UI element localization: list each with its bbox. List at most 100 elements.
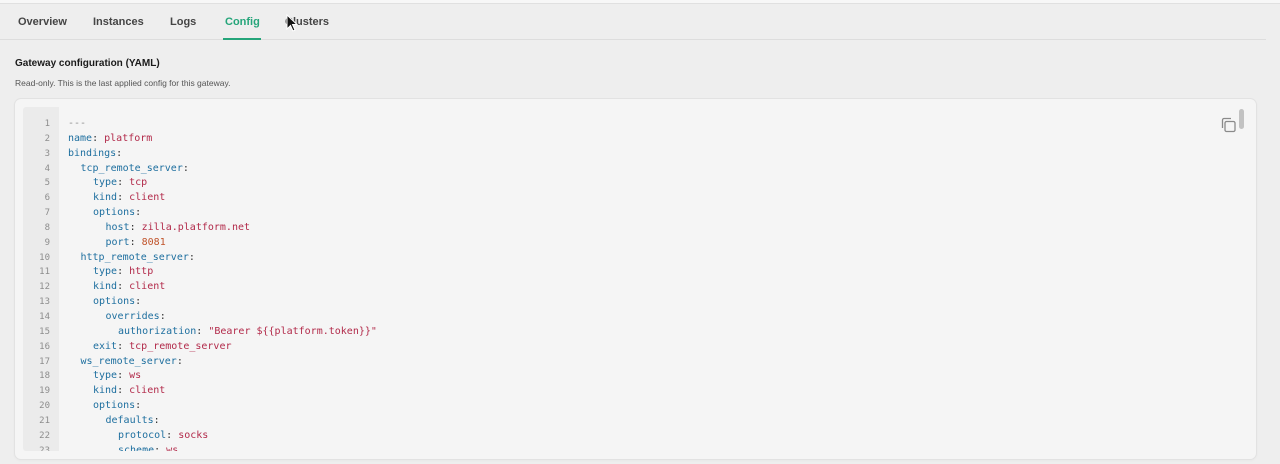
- yaml-colon: :: [176, 355, 183, 367]
- yaml-colon: :: [196, 325, 209, 337]
- line-number: 20: [39, 401, 50, 412]
- yaml-value: tcp: [129, 177, 148, 189]
- line-number: 5: [44, 178, 50, 189]
- code-text: host: zilla.platform.net: [106, 221, 251, 236]
- yaml-colon: :: [117, 266, 130, 278]
- yaml-colon: :: [182, 162, 189, 174]
- line-number: 9: [44, 237, 50, 248]
- yaml-key: kind: [93, 281, 118, 293]
- code-text: options:: [93, 399, 141, 414]
- line-number: 1: [44, 119, 50, 129]
- code-text: port: 8081: [106, 236, 166, 251]
- yaml-colon: :: [135, 296, 142, 308]
- tab-instances[interactable]: Instances: [93, 16, 144, 28]
- yaml-value: client: [129, 385, 166, 397]
- code-text: defaults:: [106, 414, 160, 429]
- line-number: 14: [39, 311, 50, 322]
- yaml-colon: :: [129, 236, 142, 248]
- yaml-colon: :: [117, 385, 130, 397]
- yaml-key: authorization: [118, 325, 197, 337]
- yaml-value: platform: [104, 132, 153, 144]
- active-tab-indicator: [223, 38, 261, 40]
- yaml-value: client: [129, 192, 166, 204]
- yaml-colon: :: [117, 192, 130, 204]
- section-title: Gateway configuration (YAML): [15, 58, 160, 69]
- line-number: 23: [39, 445, 50, 451]
- yaml-key: type: [93, 177, 118, 189]
- yaml-key: kind: [93, 385, 118, 397]
- yaml-viewer: 1 --- 2 name: platform 3 bindings: 4 tcp_remote…: [15, 99, 1256, 459]
- yaml-value: http: [129, 266, 154, 278]
- code-text: kind: client: [93, 191, 165, 206]
- yaml-key: type: [93, 266, 118, 278]
- line-number: 22: [39, 430, 50, 441]
- line-number: 10: [39, 252, 50, 263]
- yaml-key: type: [93, 370, 118, 382]
- line-number: 2: [44, 133, 50, 144]
- tab-overview[interactable]: Overview: [18, 16, 67, 28]
- code-area[interactable]: 1 --- 2 name: platform 3 bindings: 4 tcp_remote…: [23, 107, 1249, 451]
- yaml-colon: :: [188, 251, 195, 263]
- copy-icon[interactable]: [1219, 115, 1239, 135]
- vertical-scrollbar[interactable]: [1237, 107, 1247, 451]
- line-number: 3: [44, 148, 50, 159]
- code-text: type: tcp: [93, 176, 147, 191]
- line-number: 12: [39, 282, 50, 293]
- yaml-colon: :: [135, 207, 142, 219]
- yaml-key: http_remote_server: [80, 251, 189, 263]
- line-number: 19: [39, 386, 50, 397]
- yaml-key: bindings: [68, 147, 117, 159]
- line-number: 11: [39, 267, 50, 278]
- code-text: overrides:: [106, 310, 166, 325]
- yaml-colon: :: [159, 310, 166, 322]
- yaml-key: tcp_remote_server: [80, 162, 183, 174]
- yaml-key: port: [105, 236, 130, 248]
- code-text: ---: [68, 117, 86, 132]
- line-number: 21: [39, 415, 50, 426]
- line-number: 8: [44, 222, 50, 233]
- code-text: http_remote_server:: [81, 251, 195, 266]
- scrollbar-thumb[interactable]: [1239, 109, 1244, 129]
- yaml-value: ws: [129, 370, 142, 382]
- tab-bar: Overview Instances Logs Config Clusters: [0, 3, 1266, 40]
- code-text: tcp_remote_server:: [81, 162, 189, 177]
- code-text: options:: [93, 295, 141, 310]
- yaml-colon: :: [92, 132, 105, 144]
- yaml-key: options: [93, 400, 136, 412]
- line-number: 7: [44, 208, 50, 219]
- yaml-value: "Bearer ${{platform.token}}": [208, 325, 377, 337]
- yaml-value: ws: [166, 444, 179, 451]
- line-number: 13: [39, 297, 50, 308]
- tab-config[interactable]: Config: [225, 16, 260, 28]
- line-number: 6: [44, 193, 50, 204]
- yaml-colon: :: [166, 429, 179, 441]
- mouse-cursor-icon: [286, 14, 298, 32]
- line-number: 4: [44, 163, 50, 174]
- code-text: authorization: "Bearer ${{platform.token…: [118, 325, 377, 340]
- yaml-key: exit: [93, 340, 118, 352]
- yaml-colon: :: [153, 414, 160, 426]
- yaml-colon: :: [129, 221, 142, 233]
- yaml-colon: :: [135, 400, 142, 412]
- yaml-colon: :: [116, 147, 123, 159]
- yaml-key: name: [68, 132, 93, 144]
- yaml-key: scheme: [118, 444, 155, 451]
- line-number: 15: [39, 326, 50, 337]
- code-text: options:: [93, 206, 141, 221]
- yaml-colon: :: [117, 177, 130, 189]
- yaml-key: protocol: [118, 429, 167, 441]
- code-text: exit: tcp_remote_server: [93, 340, 232, 355]
- tab-logs[interactable]: Logs: [170, 16, 196, 28]
- line-number: 18: [39, 371, 50, 382]
- code-text: type: ws: [93, 369, 141, 384]
- yaml-key: overrides: [105, 310, 160, 322]
- yaml-key: kind: [93, 192, 118, 204]
- line-number: 17: [39, 356, 50, 367]
- line-number: 16: [39, 341, 50, 352]
- yaml-key: options: [93, 296, 136, 308]
- yaml-value: socks: [178, 429, 209, 441]
- code-text: kind: client: [93, 384, 165, 399]
- code-text: ws_remote_server:: [81, 355, 183, 370]
- code-text: type: http: [93, 265, 153, 280]
- code-text: scheme: ws: [118, 444, 178, 451]
